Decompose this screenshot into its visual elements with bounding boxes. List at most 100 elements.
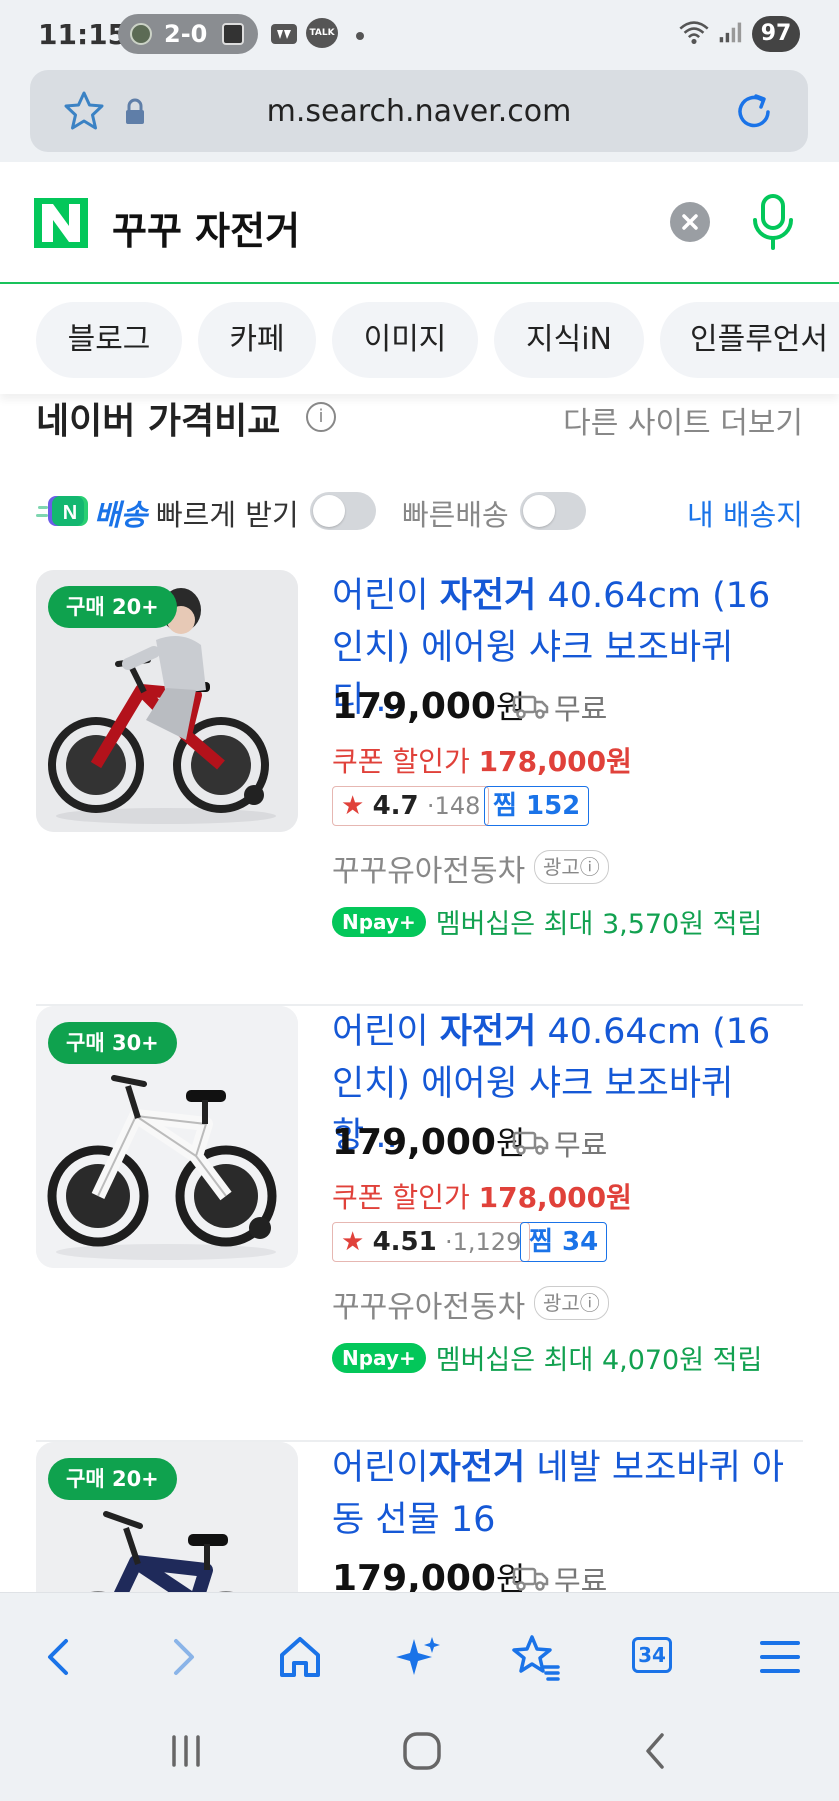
delivery-filters: N 배송 빠르게 받기 빠른배송 내 배송지 <box>0 486 839 538</box>
title-keyword: 자전거 <box>439 576 537 616</box>
purchase-count-badge: 구매 20+ <box>48 1458 177 1500</box>
ad-tag[interactable]: 광고ⓘ <box>534 1286 609 1320</box>
npay-plus-icon: Npay+ <box>332 1342 426 1373</box>
delivery-truck-icon <box>512 695 549 719</box>
seller-name[interactable]: 꾸꾸유아전동차 <box>332 846 525 890</box>
reload-icon[interactable] <box>732 90 776 134</box>
home-button-icon[interactable] <box>392 1721 452 1781</box>
more-notifications-dot <box>356 32 364 40</box>
fast-delivery-label: 빠른배송 <box>402 498 509 532</box>
coupon-label: 쿠폰 할인가 <box>332 745 479 778</box>
purchase-count-badge: 구매 20+ <box>48 586 177 628</box>
team-crest-icon <box>130 23 152 45</box>
delivery-truck-icon <box>512 1131 549 1155</box>
battery-indicator: 97 <box>752 16 800 52</box>
coupon-value: 178,000원 <box>478 1181 632 1214</box>
seller-name[interactable]: 꾸꾸유아전동차 <box>332 1282 525 1326</box>
status-bar: 11:15 2-0 TALK 97 <box>0 0 839 70</box>
title-keyword: 자전거 <box>439 1012 537 1052</box>
product-card[interactable]: 구매 30+ 어린이 자전거 40.64cm (16인치) 에어윙 샤크 보조바… <box>0 1006 839 1442</box>
fast-receive-toggle[interactable] <box>310 492 376 530</box>
price-value: 179,000 <box>332 1558 496 1592</box>
coupon-value: 178,000원 <box>478 745 632 778</box>
title-text: 어린이 <box>332 1448 429 1488</box>
review-count: 148 <box>434 792 481 820</box>
menu-icon[interactable] <box>750 1627 810 1687</box>
title-keyword: 자전거 <box>428 1448 526 1488</box>
shipping-fee: 무료 <box>554 1128 608 1162</box>
tab-influencer[interactable]: 인플루언서 <box>660 302 839 378</box>
title-text: 어린이 <box>332 576 440 616</box>
delivery-word: 배송 <box>94 498 148 532</box>
product-card[interactable]: 구매 20+ 어린이자전거 네발 보조바퀴 아동 선물 16 179,000원 … <box>0 1442 839 1592</box>
shipping-fee: 무료 <box>554 1564 608 1592</box>
ai-sparkle-icon[interactable] <box>388 1627 448 1687</box>
info-icon[interactable]: i <box>306 402 336 432</box>
close-icon <box>682 214 698 230</box>
rating-value: 4.7 <box>372 791 419 821</box>
wishlist-count[interactable]: 찜 152 <box>484 786 590 826</box>
forward-arrow-icon[interactable] <box>152 1627 212 1687</box>
product-image[interactable]: 구매 20+ <box>36 1442 298 1592</box>
bookmarks-icon[interactable] <box>506 1627 566 1687</box>
product-card[interactable]: 구매 20+ 어린이 자전거 40.64cm (16인치) 에어윙 샤크 보조바… <box>0 570 839 1006</box>
browser-toolbar: 34 <box>0 1592 839 1801</box>
npay-text: 멤버십은 최대 4,070원 적립 <box>435 1345 763 1376</box>
search-query[interactable]: 꾸꾸 자전거 <box>112 200 300 255</box>
fast-delivery-toggle[interactable] <box>520 492 586 530</box>
back-arrow-icon[interactable] <box>30 1627 90 1687</box>
address-bar[interactable]: m.search.naver.com <box>30 70 808 152</box>
delivery-truck-icon <box>512 1567 549 1591</box>
npay-text: 멤버십은 최대 3,570원 적립 <box>435 909 763 940</box>
naver-delivery-icon: N <box>36 496 88 526</box>
star-icon: ★ <box>341 1227 365 1257</box>
system-back-icon[interactable] <box>626 1721 686 1781</box>
toggle-knob <box>313 495 345 527</box>
fast-receive-label: 빠르게 받기 <box>156 498 299 532</box>
my-address-link[interactable]: 내 배송지 <box>687 492 803 534</box>
voice-search-mic-icon[interactable] <box>748 192 798 254</box>
price: 179,000원 <box>332 1554 525 1592</box>
coupon-price: 쿠폰 할인가 178,000원 <box>332 740 632 780</box>
shipping-fee: 무료 <box>554 692 608 726</box>
rating-badge[interactable]: ★ 4.51 ·1,129 <box>332 1222 531 1262</box>
npay-plus-icon: Npay+ <box>332 906 426 937</box>
browser-address-area: m.search.naver.com <box>0 70 839 162</box>
tab-image[interactable]: 이미지 <box>332 302 478 378</box>
tab-blog[interactable]: 블로그 <box>36 302 182 378</box>
naver-logo[interactable] <box>34 198 88 248</box>
rating-badge[interactable]: ★ 4.7 ·148 <box>332 786 490 826</box>
app-notification-icon <box>271 24 297 44</box>
url-text: m.search.naver.com <box>266 94 572 129</box>
badge-letter: N <box>63 502 77 524</box>
naver-n-icon <box>42 204 80 242</box>
product-image[interactable]: 구매 20+ <box>36 570 298 832</box>
recent-apps-icon[interactable] <box>156 1721 216 1781</box>
product-image[interactable]: 구매 30+ <box>36 1006 298 1268</box>
title-text: 어린이 <box>332 1012 440 1052</box>
tabs-count-button[interactable]: 34 <box>632 1637 672 1673</box>
kakaotalk-icon: TALK <box>306 18 338 48</box>
rating-value: 4.51 <box>372 1227 437 1257</box>
tab-cafe[interactable]: 카페 <box>198 302 316 378</box>
price: 179,000원 <box>332 682 525 728</box>
wifi-icon <box>679 21 709 44</box>
price: 179,000원 <box>332 1118 525 1164</box>
more-sites-link[interactable]: 다른 사이트 더보기 <box>563 398 803 442</box>
home-icon[interactable] <box>270 1627 330 1687</box>
clear-search-button[interactable] <box>670 202 710 242</box>
section-title: 네이버 가격비교 <box>36 401 281 442</box>
product-title[interactable]: 어린이자전거 네발 보조바퀴 아동 선물 16 <box>332 1442 802 1546</box>
signal-icon <box>719 22 742 43</box>
coupon-label: 쿠폰 할인가 <box>332 1181 479 1214</box>
clock: 11:15 <box>38 18 128 51</box>
price-value: 179,000 <box>332 1122 496 1163</box>
ad-tag[interactable]: 광고ⓘ <box>534 850 609 884</box>
npay-benefit: Npay+ 멤버십은 최대 3,570원 적립 <box>332 902 762 941</box>
tab-kin[interactable]: 지식iN <box>494 302 644 378</box>
star-icon: ★ <box>341 791 365 821</box>
team-crest-icon <box>222 23 244 45</box>
search-header: 꾸꾸 자전거 <box>0 162 839 284</box>
wishlist-count[interactable]: 찜 34 <box>520 1222 608 1262</box>
coupon-price: 쿠폰 할인가 178,000원 <box>332 1176 632 1216</box>
